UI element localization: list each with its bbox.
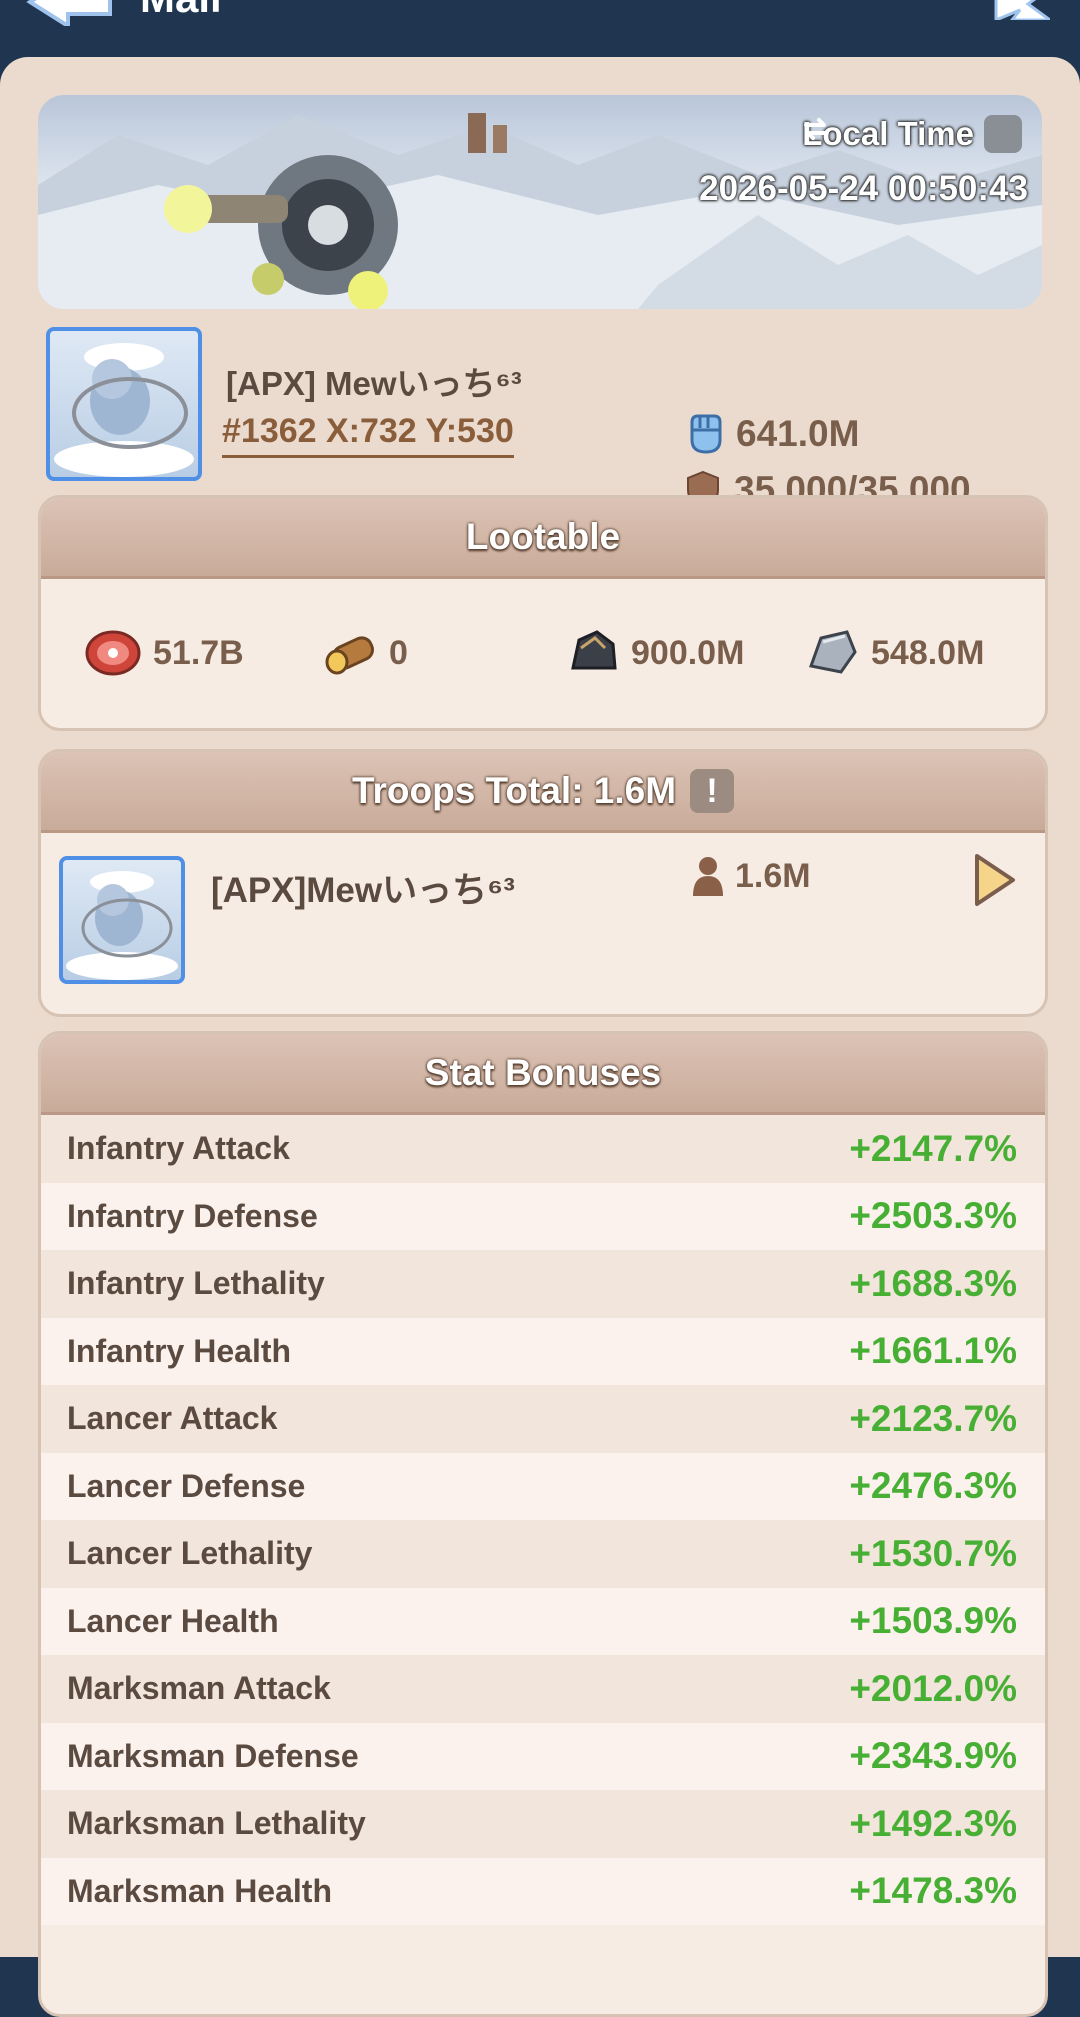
stat-row: Infantry Lethality +1688.3% (41, 1250, 1045, 1318)
resource-coal-value: 900.0M (631, 633, 745, 672)
stat-row: Marksman Lethality +1492.3% (41, 1790, 1045, 1858)
lootable-title: Lootable (465, 516, 621, 557)
stat-value: +1478.3% (849, 1870, 1017, 1912)
stat-name: Marksman Attack (67, 1670, 331, 1707)
stat-value: +1661.1% (849, 1330, 1017, 1372)
stat-name: Infantry Lethality (67, 1265, 325, 1302)
stat-value: +1530.7% (849, 1532, 1017, 1574)
local-time-value: 2026-05-24 00:50:43 (699, 169, 1028, 208)
scene-banner: Local Time 2026-05-24 00:50:43 (38, 95, 1042, 309)
stat-name: Marksman Defense (67, 1737, 359, 1774)
stat-value: +2123.7% (849, 1397, 1017, 1439)
troop-count: 1.6M (691, 856, 811, 896)
troops-header: Troops Total: 1.6M ! (41, 752, 1045, 833)
warning-mark: ! (706, 771, 718, 810)
stat-name: Infantry Defense (67, 1197, 318, 1234)
troop-count-value: 1.6M (735, 856, 811, 895)
stat-value: +1492.3% (849, 1802, 1017, 1844)
close-icon[interactable] (990, 0, 1050, 20)
stat-row: Marksman Defense +2343.9% (41, 1722, 1045, 1790)
stat-list: Infantry Attack +2147.7% Infantry Defens… (41, 1115, 1045, 1925)
stat-value: +2503.3% (849, 1195, 1017, 1237)
info-warning-icon[interactable]: ! (690, 769, 735, 813)
stat-name: Lancer Defense (67, 1467, 306, 1504)
stat-name: Lancer Health (67, 1602, 279, 1639)
stat-bonuses-title: Stat Bonuses (424, 1052, 662, 1093)
stat-value: +2476.3% (849, 1465, 1017, 1507)
page-title: Mail (140, 0, 222, 22)
lootable-card: Lootable 51.7B 0 900.0M 548.0M (38, 495, 1048, 731)
resource-coal: 900.0M (567, 628, 744, 678)
stat-value: +1688.3% (849, 1262, 1017, 1304)
wood-icon (325, 636, 374, 675)
stat-name: Infantry Health (67, 1332, 292, 1369)
stat-value: +2012.0% (849, 1667, 1017, 1709)
troops-total-title: Troops Total: 1.6M (351, 770, 677, 811)
refresh-toggle-icon[interactable] (804, 115, 1022, 153)
stat-row: Marksman Attack +2012.0% (41, 1655, 1045, 1723)
stat-name: Lancer Attack (67, 1400, 278, 1437)
stat-row: Lancer Attack +2123.7% (41, 1385, 1045, 1453)
player-name: [APX] Mewいっち⁶³ (226, 365, 522, 402)
person-icon (693, 857, 723, 896)
play-triangle-icon[interactable] (971, 852, 1017, 908)
stat-value: +1503.9% (849, 1600, 1017, 1642)
troop-player-name: [APX]Mewいっち⁶³ (211, 871, 515, 910)
stat-row: Infantry Defense +2503.3% (41, 1182, 1045, 1250)
lootable-header: Lootable (41, 498, 1045, 579)
stat-row: Infantry Health +1661.1% (41, 1317, 1045, 1385)
stat-name: Lancer Lethality (67, 1535, 313, 1572)
player-avatar[interactable] (46, 327, 202, 481)
stat-value: +2343.9% (849, 1735, 1017, 1777)
power-value: 641.0M (736, 413, 860, 454)
stat-bonuses-card: Stat Bonuses Infantry Attack +2147.7% In… (38, 1031, 1048, 2017)
resource-iron: 548.0M (807, 628, 984, 678)
stat-row: Infantry Attack +2147.7% (41, 1115, 1045, 1183)
stat-value: +2147.7% (849, 1127, 1017, 1169)
coal-icon (571, 630, 617, 670)
resource-wood: 0 (325, 628, 408, 678)
resource-meat: 51.7B (85, 628, 244, 678)
mail-panel: Local Time 2026-05-24 00:50:43 [APX] Mew… (0, 57, 1080, 2017)
stat-row: Lancer Defense +2476.3% (41, 1452, 1045, 1520)
back-arrow-icon[interactable] (22, 0, 114, 26)
stat-row: Lancer Lethality +1530.7% (41, 1520, 1045, 1588)
resource-wood-value: 0 (389, 633, 408, 672)
power-stat: 641.0M (686, 413, 859, 455)
iron-icon (809, 630, 857, 674)
stat-name: Marksman Health (67, 1872, 332, 1909)
troop-player-avatar[interactable] (59, 856, 185, 984)
fist-icon (690, 414, 722, 454)
player-coordinates-link[interactable]: #1362 X:732 Y:530 (222, 412, 514, 458)
stat-name: Marksman Lethality (67, 1805, 366, 1842)
meat-icon (85, 630, 141, 676)
stat-row: Lancer Health +1503.9% (41, 1587, 1045, 1655)
stat-name: Infantry Attack (67, 1130, 290, 1167)
stat-row: Marksman Health +1478.3% (41, 1857, 1045, 1925)
resource-meat-value: 51.7B (153, 633, 244, 672)
resource-iron-value: 548.0M (871, 633, 985, 672)
troops-card: Troops Total: 1.6M ! [APX]Mewいっち⁶³ 1.6M (38, 749, 1048, 1017)
stat-bonuses-header: Stat Bonuses (41, 1034, 1045, 1115)
